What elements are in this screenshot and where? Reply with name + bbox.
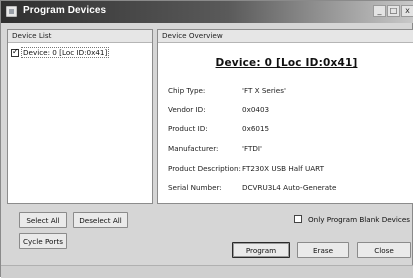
device-list-header: Device List <box>8 30 152 43</box>
close-button[interactable]: Close <box>357 242 411 258</box>
device-list-item[interactable]: Device: 0 [Loc ID:0x41] <box>11 47 110 58</box>
row-label: Product Description: <box>168 164 241 173</box>
device-overview-panel: Device Overview Device: 0 [Loc ID:0x41] … <box>157 29 413 204</box>
deselect-all-button[interactable]: Deselect All <box>73 212 128 228</box>
row-value: FT230X USB Half UART <box>242 164 325 173</box>
maximize-button[interactable]: □ <box>387 5 400 17</box>
row-label: Vendor ID: <box>168 105 206 114</box>
row-label: Chip Type: <box>168 86 206 95</box>
row-value: DCVRU3L4 Auto-Generate <box>242 183 337 192</box>
row-value: 0x6015 <box>242 124 270 133</box>
overview-title: Device: 0 [Loc ID:0x41] <box>215 57 358 69</box>
row-label: Serial Number: <box>168 183 222 192</box>
erase-button[interactable]: Erase <box>297 242 349 258</box>
only-program-blank-checkbox[interactable]: Only Program Blank Devices <box>294 214 410 224</box>
program-button[interactable]: Program <box>232 242 290 258</box>
row-label: Manufacturer: <box>168 144 219 153</box>
window-title: Program Devices <box>23 5 107 16</box>
device-item-label[interactable]: Device: 0 [Loc ID:0x41] <box>21 47 110 58</box>
blank-devices-checkbox[interactable] <box>294 215 302 223</box>
cycle-ports-button[interactable]: Cycle Ports <box>19 233 67 249</box>
row-value: 0x0403 <box>242 105 270 114</box>
row-value: 'FT X Series' <box>242 86 286 95</box>
select-all-button[interactable]: Select All <box>19 212 67 228</box>
device-overview-header: Device Overview <box>158 30 413 43</box>
close-window-button[interactable]: x <box>401 5 413 17</box>
status-bar <box>1 265 413 278</box>
row-label: Product ID: <box>168 124 208 133</box>
minimize-button[interactable]: _ <box>373 5 386 17</box>
app-icon <box>6 6 17 17</box>
program-devices-window: Program Devices _ □ x Device List Device… <box>0 0 413 278</box>
row-value: 'FTDI' <box>242 144 263 153</box>
device-list-panel: Device List Device: 0 [Loc ID:0x41] <box>7 29 153 204</box>
device-checkbox[interactable] <box>11 47 19 57</box>
only-program-blank-label: Only Program Blank Devices <box>308 214 411 224</box>
title-bar[interactable]: Program Devices _ □ x <box>1 1 413 23</box>
